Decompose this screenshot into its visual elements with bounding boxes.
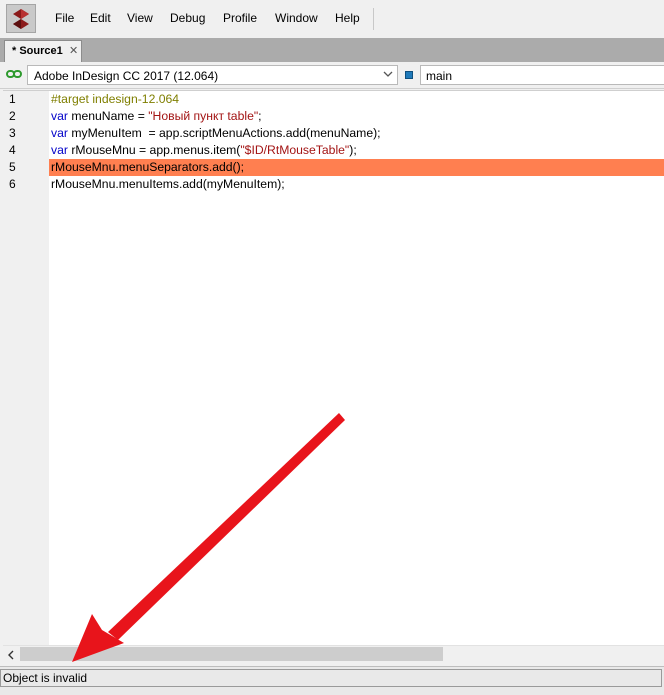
status-field — [0, 669, 662, 687]
target-application-value: Adobe InDesign CC 2017 (12.064) — [34, 69, 219, 83]
line-number: 5 — [9, 160, 16, 174]
code-line[interactable]: var myMenuItem = app.scriptMenuActions.a… — [49, 125, 664, 142]
menu-separator — [373, 8, 374, 30]
menu-view[interactable]: View — [127, 11, 153, 25]
line-number: 6 — [9, 177, 16, 191]
code-line[interactable]: rMouseMnu.menuItems.add(myMenuItem); — [49, 176, 664, 193]
scrollbar-thumb[interactable] — [20, 647, 443, 661]
code-line-highlighted[interactable]: rMouseMnu.menuSeparators.add(); — [49, 159, 664, 176]
extendscript-toolkit-icon[interactable] — [6, 4, 36, 33]
function-icon — [405, 71, 413, 79]
tab-label: * Source1 — [12, 45, 63, 57]
target-application-select[interactable]: Adobe InDesign CC 2017 (12.064) — [27, 65, 398, 85]
menu-window[interactable]: Window — [275, 11, 318, 25]
line-number: 2 — [9, 109, 16, 123]
code-area[interactable]: #target indesign-12.064 var menuName = "… — [49, 91, 664, 646]
chevron-down-icon[interactable] — [382, 68, 394, 83]
function-value: main — [426, 69, 453, 83]
code-editor[interactable]: 1 2 3 4 5 6 #target indesign-12.064 var … — [3, 90, 664, 646]
code-line[interactable]: var menuName = "Новый пункт table"; — [49, 108, 664, 125]
line-number: 4 — [9, 143, 16, 157]
status-bar: Object is invalid — [0, 666, 664, 695]
tab-source1[interactable]: * Source1 ✕ — [4, 40, 82, 62]
line-number-gutter: 1 2 3 4 5 6 — [3, 91, 49, 646]
function-select[interactable]: main — [420, 65, 664, 85]
menu-file[interactable]: File — [55, 11, 74, 25]
horizontal-scrollbar[interactable] — [3, 645, 664, 663]
menu-bar: File Edit View Debug Profile Window Help — [0, 0, 664, 39]
target-toolbar: Adobe InDesign CC 2017 (12.064) main — [0, 62, 664, 89]
scroll-left-arrow-icon[interactable] — [6, 649, 16, 663]
line-number: 3 — [9, 126, 16, 140]
menu-edit[interactable]: Edit — [90, 11, 111, 25]
code-line[interactable]: var rMouseMnu = app.menus.item("$ID/RtMo… — [49, 142, 664, 159]
code-line[interactable]: #target indesign-12.064 — [49, 91, 664, 108]
status-message: Object is invalid — [3, 671, 88, 685]
link-icon[interactable] — [6, 68, 22, 83]
menu-help[interactable]: Help — [335, 11, 360, 25]
menu-debug[interactable]: Debug — [170, 11, 205, 25]
close-icon[interactable]: ✕ — [69, 44, 78, 57]
document-tab-strip: * Source1 ✕ — [0, 38, 664, 62]
line-number: 1 — [9, 92, 16, 106]
menu-profile[interactable]: Profile — [223, 11, 257, 25]
